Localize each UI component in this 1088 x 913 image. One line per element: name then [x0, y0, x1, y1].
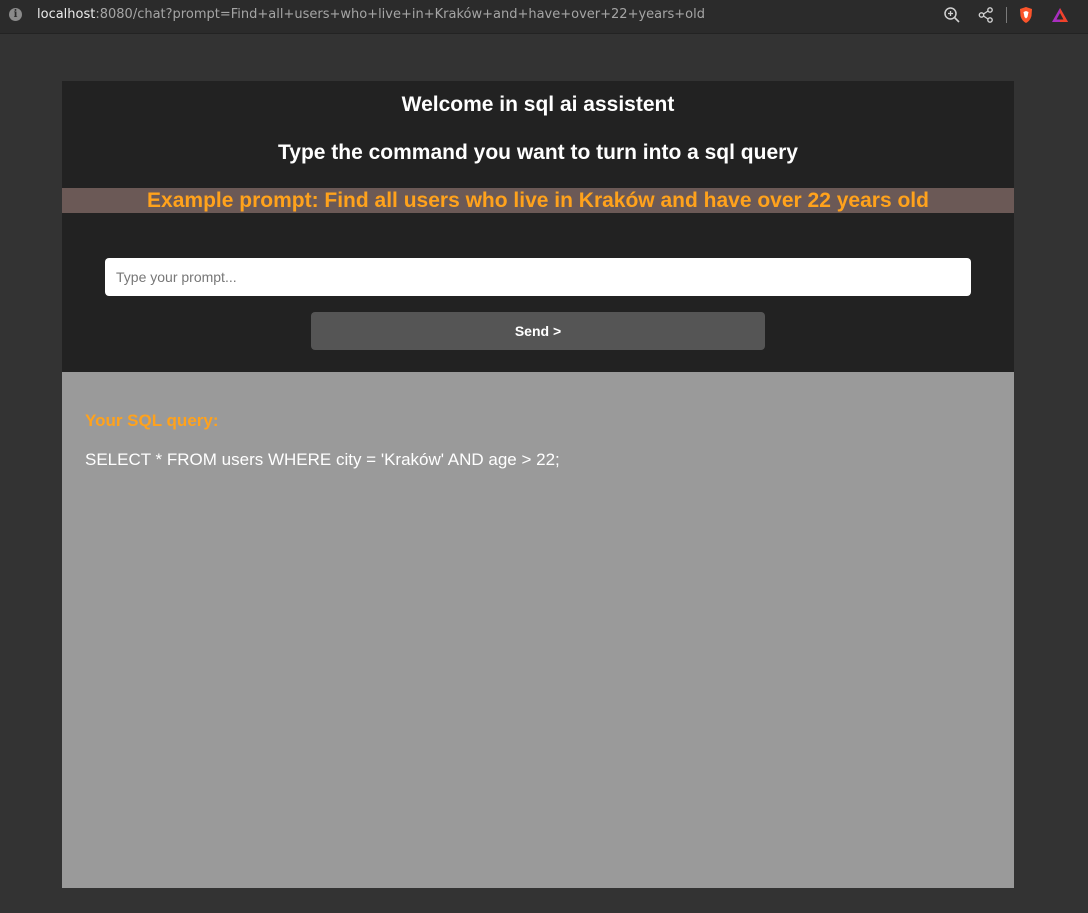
welcome-heading: Welcome in sql ai assistent [401, 93, 675, 116]
prompt-input[interactable] [105, 258, 971, 296]
url-text[interactable]: localhost:8080/chat?prompt=Find+all+user… [37, 7, 705, 23]
prompt-panel: Welcome in sql ai assistent Type the com… [62, 81, 1014, 372]
toolbar-divider [1006, 7, 1007, 23]
browser-address-bar[interactable]: i localhost:8080/chat?prompt=Find+all+us… [0, 0, 1088, 34]
sql-assistant-app: Welcome in sql ai assistent Type the com… [62, 81, 1014, 888]
url-host: localhost [37, 7, 96, 22]
sql-query-output: SELECT * FROM users WHERE city = 'Kraków… [85, 450, 560, 469]
info-icon[interactable]: i [9, 8, 22, 21]
example-prompt: Example prompt: Find all users who live … [62, 188, 1014, 213]
brave-shield-icon[interactable] [1017, 6, 1035, 24]
instruction-heading: Type the command you want to turn into a… [278, 141, 798, 164]
url-path: :8080/chat?prompt=Find+all+users+who+liv… [95, 7, 705, 22]
share-icon[interactable] [977, 6, 995, 24]
sql-query-label: Your SQL query: [85, 411, 219, 430]
send-button[interactable]: Send > [311, 312, 765, 350]
brave-rewards-icon[interactable] [1051, 6, 1069, 24]
zoom-icon[interactable] [943, 6, 961, 24]
